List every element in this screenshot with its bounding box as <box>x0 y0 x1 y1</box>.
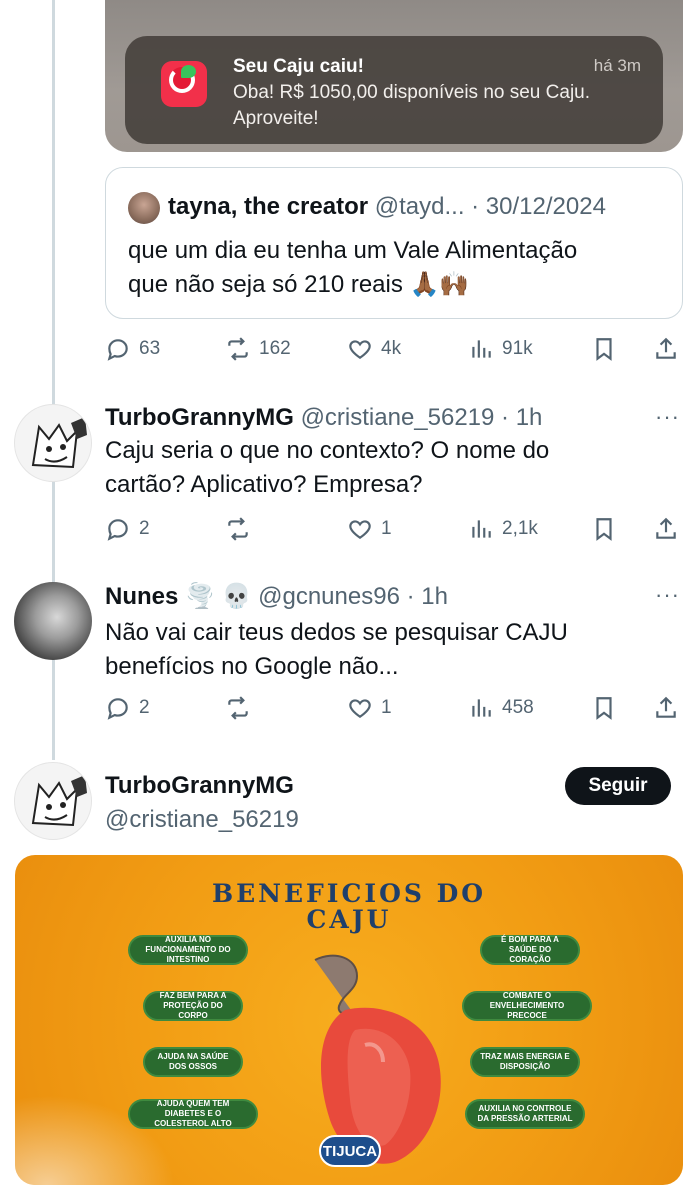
share-icon <box>656 517 676 539</box>
reply-text-line: cartão? Aplicativo? Empresa? <box>105 471 423 498</box>
retweet-button[interactable]: 162 <box>225 334 291 364</box>
reply-icon <box>107 698 128 720</box>
views-count: 91k <box>502 338 533 359</box>
retweet-icon <box>228 337 248 361</box>
notification-body: Oba! R$ 1050,00 disponíveis no seu Caju.… <box>233 82 591 129</box>
avatar[interactable] <box>14 762 92 840</box>
reply-icon <box>107 339 128 361</box>
benefit-pill: AUXILIA NO CONTROLE DA PRESSÃO ARTERIAL <box>465 1099 585 1129</box>
retweet-icon <box>228 696 248 720</box>
notification-time: há 3m <box>593 56 641 75</box>
reply-button[interactable]: 2 <box>105 693 150 723</box>
benefit-pill: AJUDA NA SAÚDE DOS OSSOS <box>143 1047 243 1077</box>
more-options-icon[interactable]: ··· <box>655 404 680 430</box>
reply-actions: 2 1 458 <box>105 693 685 723</box>
quoted-author-name[interactable]: tayna, the creator <box>168 193 368 220</box>
views-button[interactable]: 458 <box>468 693 534 723</box>
promo-title-line: CAJU <box>306 905 392 934</box>
avatar[interactable] <box>128 192 160 224</box>
bookmark-icon <box>596 338 612 361</box>
reply-icon <box>107 519 128 541</box>
author-handle: @cristiane_56219 <box>105 806 299 833</box>
reply-text-line: Caju seria o que no contexto? O nome do <box>105 437 550 464</box>
bookmark-button[interactable] <box>591 514 617 544</box>
share-button[interactable] <box>653 693 679 723</box>
reply-text-line: benefícios no Google não... <box>105 653 399 680</box>
quoted-text-line: que um dia eu tenha um Vale Alimentação <box>128 237 578 264</box>
analytics-icon <box>472 699 491 717</box>
like-count: 1 <box>381 697 392 718</box>
benefit-pill: FAZ BEM PARA A PROTEÇÃO DO CORPO <box>143 991 243 1021</box>
share-button[interactable] <box>653 514 679 544</box>
author-meta: @gcnunes96 · 1h <box>258 583 448 610</box>
views-button[interactable]: 91k <box>468 334 533 364</box>
quoted-tweet[interactable]: tayna, the creator @tayd... · 30/12/2024… <box>105 167 683 319</box>
reply-header: TurboGrannyMG @cristiane_56219 · 1h <box>105 404 542 432</box>
share-icon <box>656 696 676 718</box>
retweet-count: 162 <box>259 338 291 359</box>
promo-title-line: BENEFICIOS DO <box>211 879 487 908</box>
retweet-button[interactable] <box>225 514 251 544</box>
benefit-pill: TRAZ MAIS ENERGIA E DISPOSIÇÃO <box>470 1047 580 1077</box>
quoted-tweet-text: que um dia eu tenha um Vale Alimentação … <box>128 234 668 302</box>
reply-count: 2 <box>139 518 150 539</box>
tweet-actions: 63 162 4k 91k <box>105 334 685 364</box>
heart-icon <box>349 520 371 539</box>
benefit-pill: AUXILIA NO FUNCIONAMENTO DO INTESTINO <box>128 935 248 965</box>
views-count: 2,1k <box>502 518 538 539</box>
tweet-media-notification[interactable]: Seu Caju caiu! há 3m Oba! R$ 1050,00 dis… <box>105 0 683 152</box>
decorative-splash <box>15 1095 175 1185</box>
quoted-text-line: que não seja só 210 reais 🙏🏾🙌🏾 <box>128 271 470 298</box>
bookmark-icon <box>596 697 612 720</box>
quoted-tweet-header: tayna, the creator @tayd... · 30/12/2024 <box>168 193 606 221</box>
heart-icon <box>349 699 371 718</box>
reply-count: 63 <box>139 338 161 359</box>
views-button[interactable]: 2,1k <box>468 514 538 544</box>
retweet-icon <box>228 517 248 541</box>
tijuca-logo: TIJUCA <box>319 1135 381 1167</box>
like-button[interactable]: 1 <box>347 514 392 544</box>
reply-text: Não vai cair teus dedos se pesquisar CAJ… <box>105 616 665 684</box>
retweet-button[interactable] <box>225 693 251 723</box>
avatar[interactable] <box>14 404 92 482</box>
avatar[interactable] <box>14 582 92 660</box>
cat-drawing-avatar <box>31 417 87 469</box>
follow-button[interactable]: Seguir <box>565 767 671 805</box>
reply-count: 2 <box>139 697 150 718</box>
caju-app-icon <box>161 61 207 107</box>
views-count: 458 <box>502 697 534 718</box>
like-count: 1 <box>381 518 392 539</box>
reply-text-line: Não vai cair teus dedos se pesquisar CAJ… <box>105 619 568 646</box>
author-name[interactable]: Nunes 🌪️ 💀 <box>105 583 251 610</box>
quoted-author-meta: @tayd... · 30/12/2024 <box>374 193 606 220</box>
analytics-icon <box>472 520 491 538</box>
author-name[interactable]: TurboGrannyMG <box>105 772 294 799</box>
like-button[interactable]: 4k <box>347 334 401 364</box>
cat-drawing-avatar <box>31 775 87 827</box>
share-icon <box>656 337 676 359</box>
bookmark-icon <box>596 518 612 541</box>
author-meta: @cristiane_56219 · 1h <box>300 404 543 431</box>
tweet-media-image[interactable]: BENEFICIOS DO CAJU AUXILIA NO FUNCIONAME… <box>15 855 683 1185</box>
like-button[interactable]: 1 <box>347 693 392 723</box>
analytics-icon <box>472 340 491 358</box>
reply-text: Caju seria o que no contexto? O nome do … <box>105 434 665 502</box>
focused-author-name[interactable]: TurboGrannyMG <box>105 772 294 800</box>
reply-actions: 2 1 2,1k <box>105 514 685 544</box>
benefit-pill: COMBATE O ENVELHECIMENTO PRECOCE <box>462 991 592 1021</box>
more-options-icon[interactable]: ··· <box>655 582 680 608</box>
like-count: 4k <box>381 338 402 359</box>
reply-button[interactable]: 2 <box>105 514 150 544</box>
author-name[interactable]: TurboGrannyMG <box>105 404 294 431</box>
focused-author-handle: @cristiane_56219 <box>105 806 299 834</box>
notification-title: Seu Caju caiu! <box>233 56 364 77</box>
benefit-pill: É BOM PARA A SAÚDE DO CORAÇÃO <box>480 935 580 965</box>
bookmark-button[interactable] <box>591 693 617 723</box>
bookmark-button[interactable] <box>591 334 617 364</box>
notification-card: Seu Caju caiu! há 3m Oba! R$ 1050,00 dis… <box>125 36 663 144</box>
heart-icon <box>349 340 371 359</box>
reply-header: Nunes 🌪️ 💀 @gcnunes96 · 1h <box>105 582 448 611</box>
reply-button[interactable]: 63 <box>105 334 160 364</box>
share-button[interactable] <box>653 334 679 364</box>
